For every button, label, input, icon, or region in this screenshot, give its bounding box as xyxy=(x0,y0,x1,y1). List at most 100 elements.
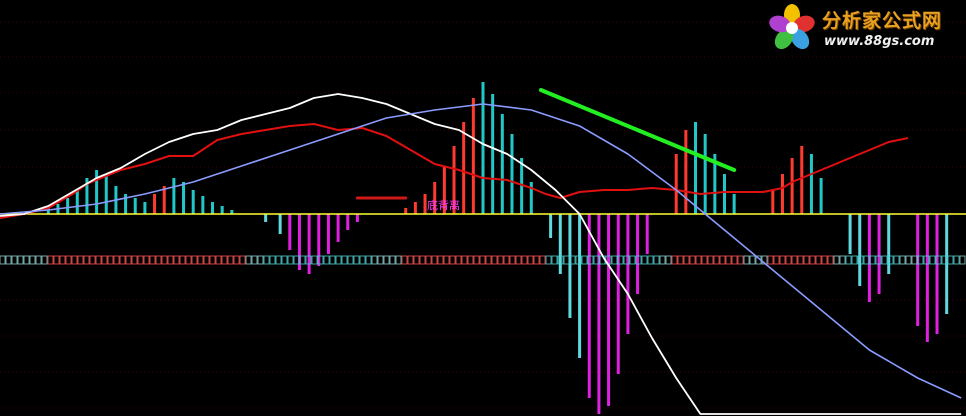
signal-band-cell xyxy=(539,255,546,265)
signal-band-cell xyxy=(107,255,114,265)
signal-band-cell xyxy=(245,255,252,265)
divergence-line xyxy=(538,88,737,172)
signal-band-cell xyxy=(947,255,954,265)
signal-band-cell xyxy=(359,255,366,265)
histogram-bar xyxy=(877,214,881,294)
indicator-chart xyxy=(0,21,966,415)
signal-band-cell xyxy=(161,255,168,265)
signal-band-cell xyxy=(239,255,246,265)
signal-band-cell xyxy=(431,255,438,265)
histogram-bar xyxy=(297,214,301,270)
signal-band-cell xyxy=(491,255,498,265)
histogram-bar xyxy=(916,214,920,326)
signal-band-cell xyxy=(287,255,294,265)
histogram-bar xyxy=(578,214,582,358)
signal-band-cell xyxy=(545,255,552,265)
signal-band-cell xyxy=(29,255,36,265)
signal-band-cell xyxy=(527,255,534,265)
signal-band-cell xyxy=(713,255,720,265)
histogram-bar xyxy=(201,196,205,214)
histogram-bar xyxy=(471,98,475,214)
histogram-bar xyxy=(732,194,736,214)
histogram-bar xyxy=(191,190,195,214)
divergence-label: 底背离 xyxy=(427,199,460,212)
signal-band-cell xyxy=(503,255,510,265)
signal-band-cell xyxy=(17,255,24,265)
signal-band-cell xyxy=(335,255,342,265)
signal-band-cell xyxy=(155,255,162,265)
signal-band-cell xyxy=(767,255,774,265)
histogram-bar xyxy=(182,182,186,214)
signal-band-cell xyxy=(233,255,240,265)
signal-band-cell xyxy=(389,255,396,265)
histogram-bar xyxy=(694,122,698,214)
signal-band-cell xyxy=(179,255,186,265)
signal-band-cell xyxy=(281,255,288,265)
histogram-bar xyxy=(288,214,292,250)
histogram-bar xyxy=(346,214,350,230)
signal-band-cell xyxy=(449,255,456,265)
signal-band-cell xyxy=(683,255,690,265)
fast-line xyxy=(0,93,962,415)
signal-band-cell xyxy=(329,255,336,265)
histogram-bar xyxy=(462,122,466,214)
histogram-bar xyxy=(684,130,688,214)
histogram-bar xyxy=(616,214,620,374)
signal-band-cell xyxy=(215,255,222,265)
signal-band-cell xyxy=(653,255,660,265)
signal-band-cell xyxy=(395,255,402,265)
signal-band-cell xyxy=(71,255,78,265)
histogram-bar xyxy=(104,174,108,214)
histogram-bar xyxy=(568,214,572,318)
signal-band-cell xyxy=(461,255,468,265)
signal-band-cell xyxy=(725,255,732,265)
slow-line xyxy=(0,103,962,399)
histogram-bar xyxy=(626,214,630,334)
signal-band-cell xyxy=(413,255,420,265)
histogram-bar xyxy=(413,202,417,214)
signal-band-cell xyxy=(959,255,966,265)
signal-band-cell xyxy=(839,255,846,265)
signal-band-cell xyxy=(47,255,54,265)
signal-band-cell xyxy=(377,255,384,265)
signal-band-cell xyxy=(791,255,798,265)
histogram-bar xyxy=(819,178,823,214)
signal-band-cell xyxy=(671,255,678,265)
signal-band-cell xyxy=(803,255,810,265)
histogram-bar xyxy=(500,114,504,214)
signal-band-cell xyxy=(473,255,480,265)
signal-band-cell xyxy=(533,255,540,265)
signal-band-cell xyxy=(149,255,156,265)
histogram-bar xyxy=(935,214,939,334)
signal-band-cell xyxy=(929,255,936,265)
signal-band-cell xyxy=(785,255,792,265)
brand-name: 分析家公式网 xyxy=(822,10,943,32)
signal-band-cell xyxy=(893,255,900,265)
signal-band-cell xyxy=(119,255,126,265)
signal-band-cell xyxy=(833,255,840,265)
signal-band-cell xyxy=(59,255,66,265)
signal-band-cell xyxy=(851,255,858,265)
signal-band-cell xyxy=(101,255,108,265)
signal-band-cell xyxy=(131,255,138,265)
histogram-bar xyxy=(491,94,495,214)
signal-band-cell xyxy=(113,255,120,265)
signal-band-cell xyxy=(41,255,48,265)
signal-band-cell xyxy=(23,255,30,265)
signal-band-cell xyxy=(365,255,372,265)
signal-band-cell xyxy=(53,255,60,265)
signal-band-cell xyxy=(515,255,522,265)
signal-band-cell xyxy=(677,255,684,265)
signal-band-cell xyxy=(5,255,12,265)
signal-band-cell xyxy=(191,255,198,265)
signal-band-cell xyxy=(125,255,132,265)
signal-band-cell xyxy=(143,255,150,265)
signal-band-cell xyxy=(0,255,6,265)
histogram-bar xyxy=(858,214,862,286)
signal-band-cell xyxy=(185,255,192,265)
histogram-bar xyxy=(925,214,929,342)
histogram-bar xyxy=(558,214,562,274)
signal-band-cell xyxy=(521,255,528,265)
signal-band-cell xyxy=(581,255,588,265)
signal-band-cell xyxy=(455,255,462,265)
